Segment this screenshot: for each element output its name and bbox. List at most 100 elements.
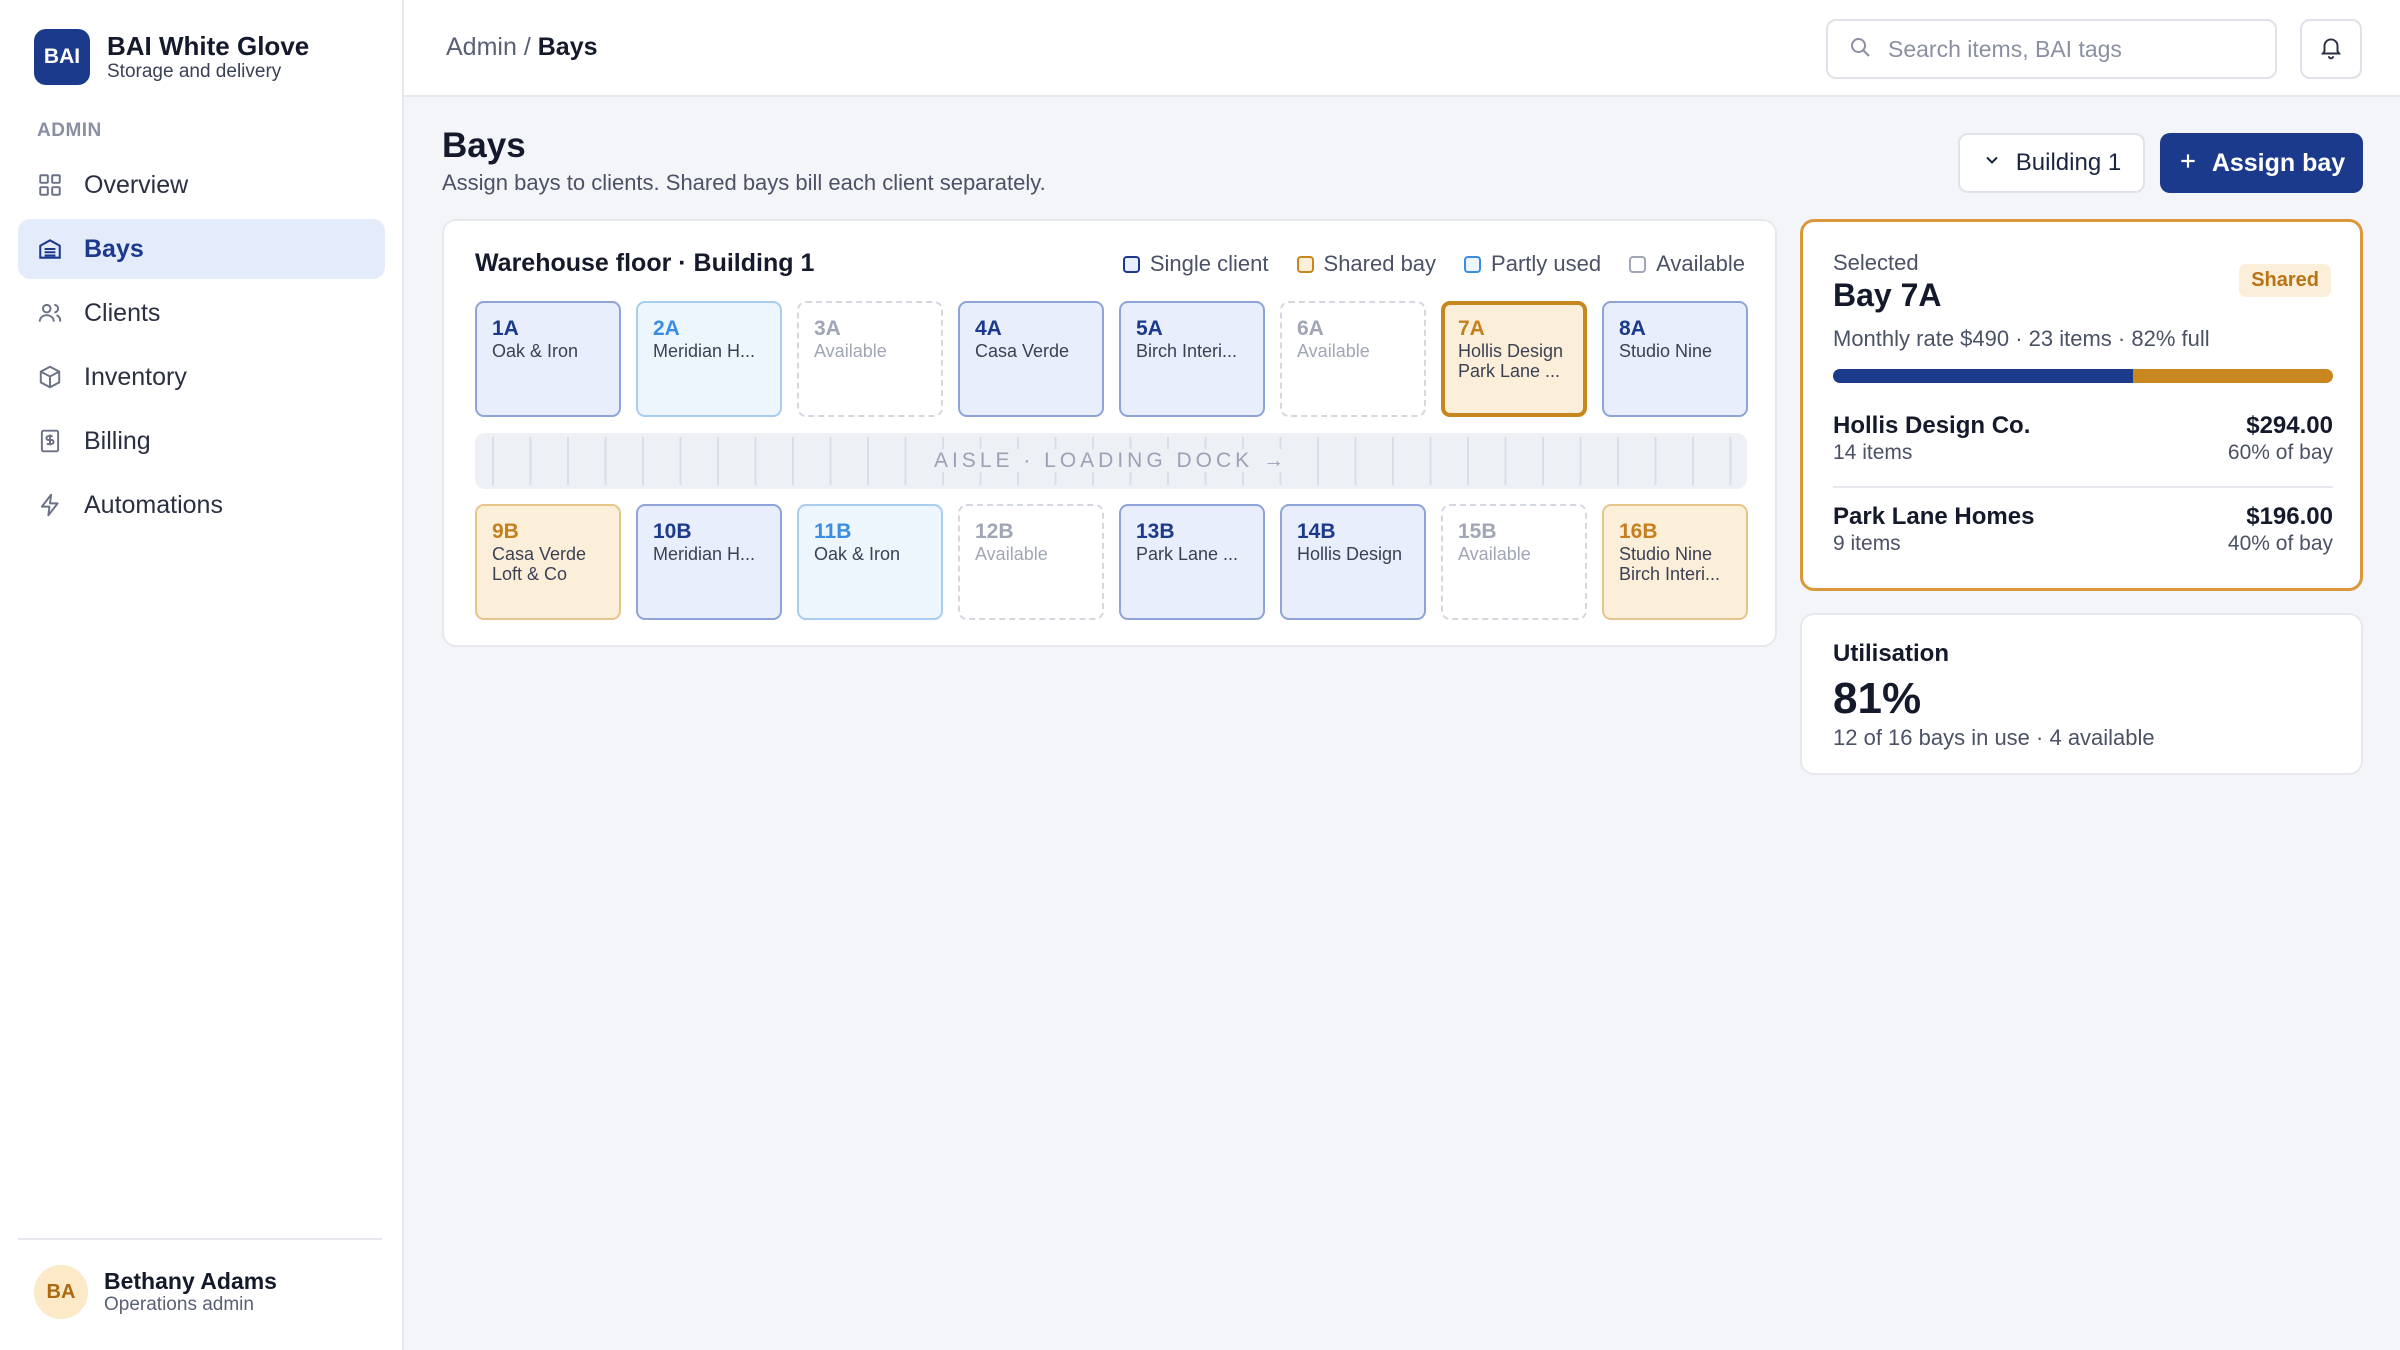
bay-tile-1a[interactable]: 1A Oak & Iron	[475, 301, 621, 417]
search-box[interactable]	[1826, 19, 2277, 79]
bay-id: 3A	[814, 317, 841, 340]
bay-tile-7a[interactable]: 7A Hollis Design Park Lane ...	[1441, 301, 1587, 417]
client-row[interactable]: Park Lane Homes 9 items $196.00 40% of b…	[1833, 503, 2333, 557]
bay-tile-5a[interactable]: 5A Birch Interi...	[1119, 301, 1265, 417]
sidebar-item-label: Billing	[84, 426, 151, 455]
bay-client: Casa Verde	[975, 341, 1070, 361]
bay-tile-14b[interactable]: 14B Hollis Design	[1280, 504, 1426, 620]
bay-client: Oak & Iron	[492, 341, 579, 361]
client-row[interactable]: Hollis Design Co. 14 items $294.00 60% o…	[1833, 412, 2333, 466]
bay-tile-3a[interactable]: 3A Available	[797, 301, 943, 417]
assign-bay-button[interactable]: Assign bay	[2160, 133, 2363, 193]
sidebar-item-automations[interactable]: Automations	[18, 475, 385, 535]
bay-client: Hollis Design	[1297, 544, 1403, 564]
topbar: Admin / Bays	[404, 0, 2400, 97]
sidebar-item-label: Automations	[84, 490, 223, 519]
shared-badge: Shared	[2239, 264, 2331, 297]
bay-tile-9b[interactable]: 9B Casa Verde Loft & Co	[475, 504, 621, 620]
grid-icon	[36, 171, 64, 199]
bay-id: 12B	[975, 520, 1014, 543]
sidebar-item-label: Clients	[84, 298, 161, 327]
brand[interactable]: BAI BAI White Glove Storage and delivery	[34, 29, 309, 85]
sidebar: BAI BAI White Glove Storage and delivery…	[0, 0, 404, 1350]
bell-icon	[2318, 34, 2344, 65]
user-profile[interactable]: BA Bethany Adams Operations admin	[18, 1238, 382, 1319]
user-name: Bethany Adams	[104, 1268, 277, 1294]
bay-id: 10B	[653, 520, 692, 543]
page-subtitle: Assign bays to clients. Shared bays bill…	[442, 170, 1046, 195]
bay-tile-2a[interactable]: 2A Meridian H...	[636, 301, 782, 417]
bay-client: Meridian H...	[653, 341, 756, 361]
legend-label: Partly used	[1491, 251, 1602, 276]
sidebar-item-label: Bays	[84, 234, 144, 263]
legend-swatch	[1629, 255, 1647, 273]
notifications-button[interactable]	[2300, 19, 2362, 79]
bay-id: 11B	[814, 520, 852, 543]
bay-client: Available	[1297, 341, 1370, 361]
bay-client: Casa Verde	[492, 544, 587, 564]
utilisation-value: 81%	[1833, 674, 1922, 723]
brand-subtitle: Storage and delivery	[107, 61, 282, 82]
bay-client: Birch Interi...	[1619, 564, 1721, 584]
bay-tile-11b[interactable]: 11B Oak & Iron	[797, 504, 943, 620]
bay-tile-8a[interactable]: 8A Studio Nine	[1602, 301, 1748, 417]
share-split-bar	[1833, 369, 2333, 383]
bay-id: 5A	[1136, 317, 1163, 340]
bay-tile-16b[interactable]: 16B Studio Nine Birch Interi...	[1602, 504, 1748, 620]
breadcrumb-current: Bays	[537, 33, 598, 61]
sidebar-item-overview[interactable]: Overview	[18, 155, 385, 215]
floor-title: Warehouse floor · Building 1	[475, 249, 815, 277]
page-title: Bays	[442, 126, 526, 165]
selected-kicker: Selected	[1833, 250, 1919, 275]
sidebar-nav: Overview Bays Clients Inventory Billing	[18, 155, 385, 539]
legend-available: Available	[1629, 251, 1745, 277]
bay-id: 14B	[1297, 520, 1336, 543]
search-input[interactable]	[1888, 35, 2258, 63]
client-amount: $196.00	[2246, 503, 2333, 530]
bay-tile-15b[interactable]: 15B Available	[1441, 504, 1587, 620]
breadcrumb-root[interactable]: Admin	[446, 33, 517, 61]
sidebar-item-label: Overview	[84, 170, 189, 199]
bay-tile-10b[interactable]: 10B Meridian H...	[636, 504, 782, 620]
bay-tile-6a[interactable]: 6A Available	[1280, 301, 1426, 417]
bay-client: Oak & Iron	[814, 544, 901, 564]
sidebar-item-inventory[interactable]: Inventory	[18, 347, 385, 407]
building-select-label: Building 1	[2015, 149, 2122, 176]
breadcrumb: Admin / Bays	[446, 33, 598, 62]
bay-client: Hollis Design	[1458, 341, 1564, 361]
bay-tile-13b[interactable]: 13B Park Lane ...	[1119, 504, 1265, 620]
divider	[1833, 486, 2333, 488]
sidebar-item-label: Inventory	[84, 362, 187, 391]
bay-client: Meridian H...	[653, 544, 756, 564]
selected-bay-panel: Selected Bay 7A Shared Monthly rate $490…	[1800, 219, 2363, 591]
sidebar-item-clients[interactable]: Clients	[18, 283, 385, 343]
legend-single-client: Single client	[1122, 251, 1269, 277]
client-share: 60% of bay	[2227, 441, 2333, 464]
utilisation-card: Utilisation 81% 12 of 16 bays in use · 4…	[1800, 613, 2363, 775]
bay-row-b: 9B Casa Verde Loft & Co 10B Meridian H... 11B…	[475, 504, 1748, 620]
bay-client: Studio Nine	[1619, 341, 1713, 361]
assign-bay-label: Assign bay	[2211, 148, 2346, 177]
sidebar-item-billing[interactable]: Billing	[18, 411, 385, 471]
bay-client: Park Lane ...	[1136, 544, 1239, 564]
bay-tile-4a[interactable]: 4A Casa Verde	[958, 301, 1104, 417]
floor-legend: Single client Shared bay Partly used Ava…	[1095, 251, 1745, 277]
legend-label: Single client	[1149, 251, 1269, 276]
bay-id: 15B	[1458, 520, 1497, 543]
bay-id: 6A	[1297, 317, 1324, 340]
bay-id: 8A	[1619, 317, 1646, 340]
building-select-button[interactable]: Building 1	[1958, 133, 2145, 193]
users-icon	[36, 299, 64, 327]
client-share: 40% of bay	[2227, 532, 2333, 555]
bay-id: 2A	[653, 317, 680, 340]
sidebar-item-bays[interactable]: Bays	[18, 219, 385, 279]
plus-icon	[2178, 149, 2212, 178]
bay-tile-12b[interactable]: 12B Available	[958, 504, 1104, 620]
aisle-label: AISLE · LOADING DOCK →	[919, 449, 1303, 472]
chevron-down-icon	[1982, 149, 2016, 177]
warehouse-icon	[36, 235, 64, 263]
legend-shared-bay: Shared bay	[1296, 251, 1436, 277]
share-segment-hollis	[1833, 369, 2133, 383]
bay-id: 16B	[1619, 520, 1658, 543]
box-icon	[36, 363, 64, 391]
